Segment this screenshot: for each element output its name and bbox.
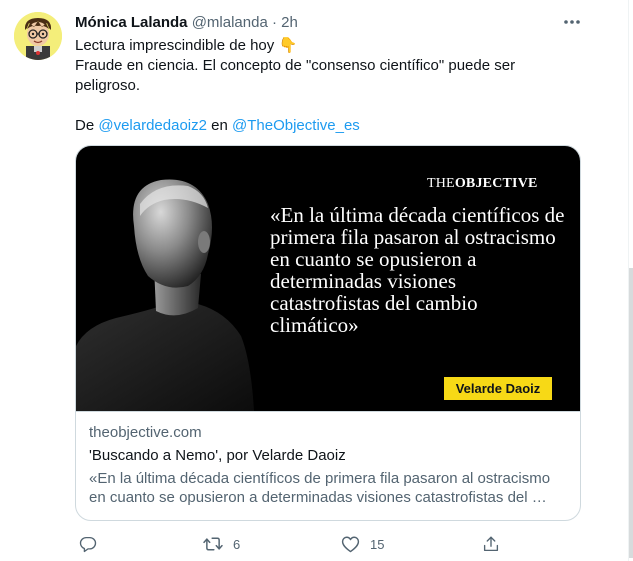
reply-icon xyxy=(79,536,97,553)
like-button[interactable]: 15 xyxy=(341,533,384,555)
author-name[interactable]: Mónica Lalanda xyxy=(75,14,188,31)
link-card[interactable]: THEOBJECTIVE «En la última década cientí… xyxy=(75,145,581,521)
tweet-timestamp[interactable]: 2h xyxy=(281,14,298,31)
retweet-button[interactable]: 6 xyxy=(203,533,240,555)
tweet-text-line: Fraude en ciencia. El concepto de "conse… xyxy=(75,57,516,94)
tweet-text-line: Lectura imprescindible de hoy 👇 xyxy=(75,37,298,54)
man-silhouette-image xyxy=(76,179,254,411)
action-bar: 6 15 xyxy=(75,533,581,555)
more-icon xyxy=(564,20,580,24)
author-tag: Velarde Daoiz xyxy=(444,377,552,400)
retweet-count: 6 xyxy=(233,536,241,552)
byline-mid: en xyxy=(206,117,233,134)
tweet-text: Lectura imprescindible de hoy 👇 Fraude e… xyxy=(75,36,575,136)
card-image[interactable]: THEOBJECTIVE «En la última década cientí… xyxy=(76,146,580,411)
share-icon xyxy=(483,536,499,552)
header-separator: · xyxy=(271,14,277,31)
card-meta[interactable]: theobjective.com 'Buscando a Nemo', por … xyxy=(76,411,580,520)
heart-icon xyxy=(341,536,360,553)
card-description: «En la última década científicos de prim… xyxy=(89,470,551,506)
avatar-illustration xyxy=(14,12,62,60)
tweet-byline: De @velardedaoiz2 en @TheObjective_es xyxy=(75,116,575,136)
scrollbar-thumb[interactable] xyxy=(629,268,633,558)
tweet-header: Mónica Lalanda @mlalanda · 2h xyxy=(75,13,298,33)
scrollbar[interactable] xyxy=(628,0,633,561)
like-count: 15 xyxy=(370,536,385,552)
brand-logo: THEOBJECTIVE xyxy=(427,176,538,191)
author-handle[interactable]: @mlalanda xyxy=(192,14,268,31)
share-button[interactable] xyxy=(482,533,500,555)
card-domain: theobjective.com xyxy=(89,424,202,441)
tweet[interactable]: Mónica Lalanda @mlalanda · 2h Lectura im… xyxy=(0,0,633,561)
retweet-icon xyxy=(203,537,223,551)
more-button[interactable] xyxy=(560,12,584,32)
byline-prefix: De xyxy=(75,117,99,134)
card-quote: «En la última década científicos de prim… xyxy=(270,203,565,337)
reply-button[interactable] xyxy=(79,533,97,555)
card-title: 'Buscando a Nemo', por Velarde Daoiz xyxy=(89,447,346,464)
mention-link[interactable]: @TheObjective_es xyxy=(232,117,360,134)
mention-link[interactable]: @velardedaoiz2 xyxy=(98,117,207,134)
avatar[interactable] xyxy=(14,12,62,60)
